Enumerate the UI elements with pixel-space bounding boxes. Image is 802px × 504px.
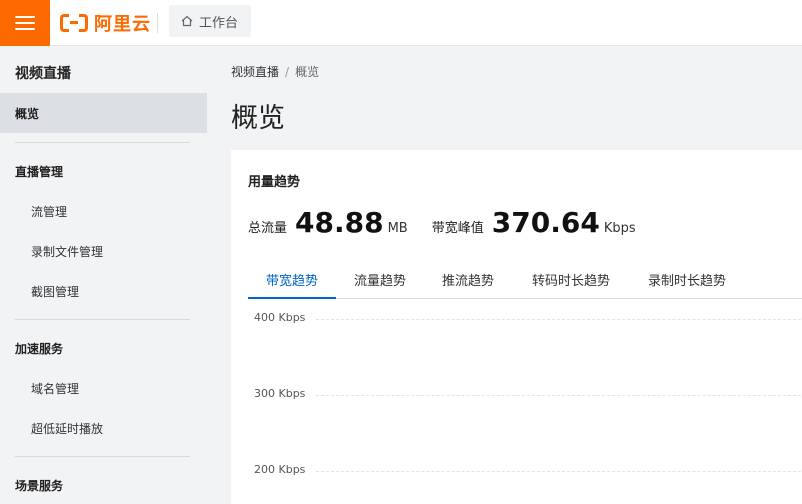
y-tick-label: 300 Kbps <box>254 387 306 400</box>
top-bar: 阿里云 工作台 <box>0 0 802 46</box>
sidebar-divider <box>15 456 190 457</box>
sidebar-item-domain-management[interactable]: 域名管理 <box>31 380 79 397</box>
sidebar-item-label: 概览 <box>15 106 40 121</box>
card-title: 用量趋势 <box>248 175 301 190</box>
y-tick-label: 400 Kbps <box>254 311 306 324</box>
sidebar-divider <box>15 319 190 320</box>
peak-bandwidth-unit: Kbps <box>603 221 636 236</box>
tab-push-stream-trend[interactable]: 推流趋势 <box>428 262 508 299</box>
main-content: 视频直播 / 概览 概览 用量趋势 总流量 48.88 MB 带宽峰值 370.64… <box>207 46 802 504</box>
gridline <box>316 395 802 396</box>
aliyun-logo-icon <box>60 14 88 32</box>
menu-button[interactable] <box>0 0 50 46</box>
sidebar-item-screenshot-management[interactable]: 截图管理 <box>31 283 79 300</box>
breadcrumb-current: 概览 <box>295 65 320 79</box>
hamburger-icon <box>15 12 35 34</box>
gridline <box>316 319 802 320</box>
logo-text: 阿里云 <box>94 14 151 35</box>
sidebar-item-recording-files[interactable]: 录制文件管理 <box>31 243 103 260</box>
page-title: 概览 <box>231 103 285 134</box>
sidebar-title: 视频直播 <box>15 66 71 82</box>
total-traffic-unit: MB <box>387 221 408 236</box>
gridline <box>316 471 802 472</box>
breadcrumb-separator: / <box>285 65 290 79</box>
tab-bandwidth-trend[interactable]: 带宽趋势 <box>248 262 336 299</box>
home-icon <box>181 15 193 27</box>
sidebar-group-live-management[interactable]: 直播管理 <box>15 163 63 180</box>
sidebar-group-acceleration[interactable]: 加速服务 <box>15 340 63 357</box>
peak-bandwidth-value: 370.64 <box>491 206 600 239</box>
breadcrumb-parent[interactable]: 视频直播 <box>231 65 279 79</box>
breadcrumb: 视频直播 / 概览 <box>231 63 319 80</box>
trend-tabs: 带宽趋势 流量趋势 推流趋势 转码时长趋势 录制时长趋势 <box>248 262 802 299</box>
tab-recording-duration-trend[interactable]: 录制时长趋势 <box>632 262 742 299</box>
sidebar-divider <box>15 142 190 143</box>
y-tick-label: 200 Kbps <box>254 463 306 476</box>
sidebar-item-ultra-low-latency[interactable]: 超低延时播放 <box>31 420 103 437</box>
total-traffic-value: 48.88 <box>295 206 384 239</box>
sidebar-group-scenario-services[interactable]: 场景服务 <box>15 477 63 494</box>
bandwidth-chart: 400 Kbps 300 Kbps 200 Kbps <box>231 308 802 504</box>
tab-transcode-duration-trend[interactable]: 转码时长趋势 <box>516 262 626 299</box>
total-traffic-label: 总流量 <box>248 221 288 236</box>
aliyun-logo[interactable]: 阿里云 <box>60 10 151 36</box>
header-divider <box>157 13 158 33</box>
sidebar: 视频直播 概览 直播管理 流管理 录制文件管理 截图管理 加速服务 域名管理 超… <box>0 46 207 504</box>
tab-traffic-trend[interactable]: 流量趋势 <box>340 262 420 299</box>
usage-trend-card: 用量趋势 总流量 48.88 MB 带宽峰值 370.64 Kbps 带宽趋势 … <box>231 150 802 504</box>
sidebar-item-stream-management[interactable]: 流管理 <box>31 203 67 220</box>
peak-bandwidth-label: 带宽峰值 <box>431 221 484 236</box>
workbench-label: 工作台 <box>199 15 239 31</box>
usage-metrics: 总流量 48.88 MB 带宽峰值 370.64 Kbps <box>248 206 636 242</box>
sidebar-item-overview[interactable]: 概览 <box>0 93 207 133</box>
workbench-button[interactable]: 工作台 <box>169 5 251 37</box>
